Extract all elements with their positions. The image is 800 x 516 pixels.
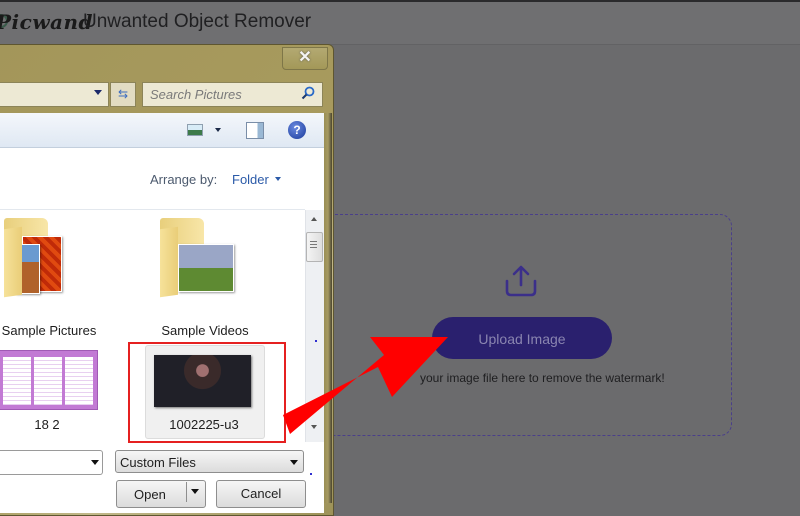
dialog-close-button[interactable]: ✕ xyxy=(282,47,328,70)
file-name-input[interactable] xyxy=(0,450,103,475)
header-edge xyxy=(0,0,800,2)
thumb-column xyxy=(34,357,62,405)
scroll-up-icon[interactable] xyxy=(311,217,317,221)
divider xyxy=(0,209,305,210)
cancel-button[interactable]: Cancel xyxy=(216,480,306,508)
address-dropdown-icon[interactable] xyxy=(94,90,102,95)
search-icon[interactable] xyxy=(301,86,315,100)
arrange-dropdown-icon[interactable] xyxy=(275,177,281,181)
open-button-split xyxy=(186,482,187,502)
grip-line xyxy=(310,247,317,248)
thumb-column xyxy=(3,357,31,405)
preview-pane-icon[interactable] xyxy=(246,122,264,139)
file-type-select[interactable]: Custom Files xyxy=(115,450,304,473)
thumb-column xyxy=(65,357,93,405)
view-dropdown-icon[interactable] xyxy=(215,128,221,132)
file-type-dropdown-icon[interactable] xyxy=(290,460,298,465)
folder-preview-image xyxy=(178,244,234,292)
upload-icon xyxy=(505,265,537,297)
search-placeholder: Search Pictures xyxy=(150,87,242,102)
dot xyxy=(315,340,317,342)
file-name-dropdown-icon[interactable] xyxy=(91,460,99,465)
folder-front xyxy=(4,226,22,298)
refresh-button[interactable]: ⇆ xyxy=(110,82,136,107)
change-view-icon[interactable] xyxy=(187,124,203,136)
arrange-by-label: Arrange by: xyxy=(150,172,218,187)
grip-line xyxy=(310,244,317,245)
image-thumbnail-18-2[interactable] xyxy=(0,350,98,410)
grip-line xyxy=(310,241,317,242)
app-logo[interactable]: Picwand xyxy=(0,10,93,34)
open-dropdown-icon[interactable] xyxy=(191,489,199,494)
dialog-toolbar xyxy=(0,113,324,148)
scroll-down-icon[interactable] xyxy=(311,425,317,429)
item-label[interactable]: 18 2 xyxy=(22,417,72,432)
drop-hint-text: your image file here to remove the water… xyxy=(420,371,665,385)
page-title: Unwanted Object Remover xyxy=(83,11,312,32)
dialog-frame-edge xyxy=(324,113,332,503)
folder-front xyxy=(160,226,178,298)
address-bar[interactable] xyxy=(0,82,109,107)
item-label[interactable]: Sample Pictures xyxy=(0,323,98,338)
arrange-by-dropdown[interactable]: Folder xyxy=(232,172,269,187)
folder-sample-pictures[interactable] xyxy=(4,214,62,298)
upload-image-button[interactable]: Upload Image xyxy=(432,317,612,359)
annotation-highlight-box xyxy=(128,342,286,443)
folder-sample-videos[interactable] xyxy=(160,214,234,298)
refresh-icon: ⇆ xyxy=(117,87,129,101)
item-label[interactable]: Sample Videos xyxy=(150,323,260,338)
help-icon[interactable]: ? xyxy=(288,121,306,139)
dot xyxy=(310,473,312,475)
